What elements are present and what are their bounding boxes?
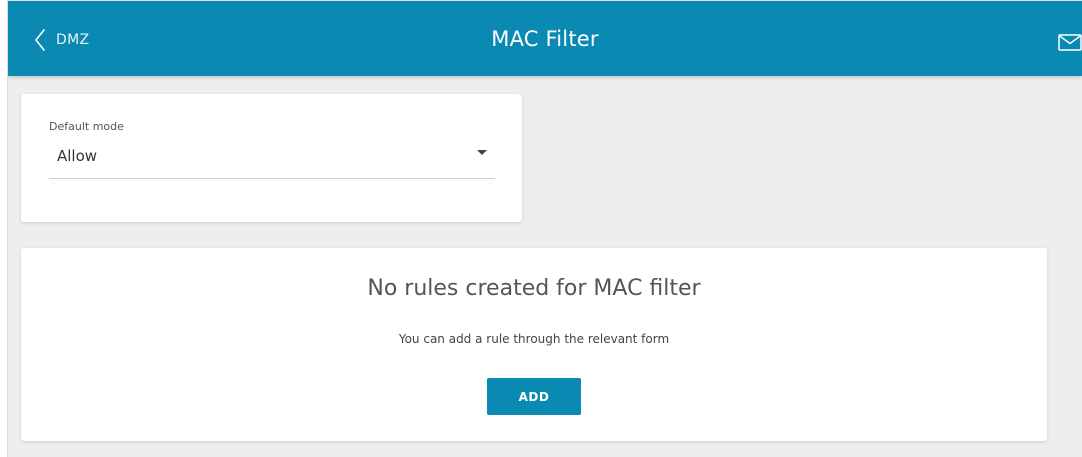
default-mode-label: Default mode (49, 120, 124, 133)
add-rule-button[interactable]: ADD (487, 378, 581, 415)
top-bar: DMZ MAC Filter (8, 1, 1082, 76)
empty-state-hint: You can add a rule through the relevant … (398, 332, 670, 346)
notifications-button[interactable] (1058, 34, 1082, 51)
default-mode-card: Default mode Allow (21, 94, 522, 222)
caret-down-icon (477, 150, 487, 155)
page-title: MAC Filter (491, 27, 599, 51)
app-frame: DMZ MAC Filter Default mode Allow No rul… (7, 0, 1082, 457)
default-mode-select[interactable]: Allow (49, 141, 495, 179)
empty-state-title: No rules created for MAC filter (367, 276, 701, 301)
envelope-icon (1058, 34, 1082, 51)
default-mode-value: Allow (57, 147, 98, 165)
rules-card: No rules created for MAC filter You can … (21, 248, 1047, 441)
